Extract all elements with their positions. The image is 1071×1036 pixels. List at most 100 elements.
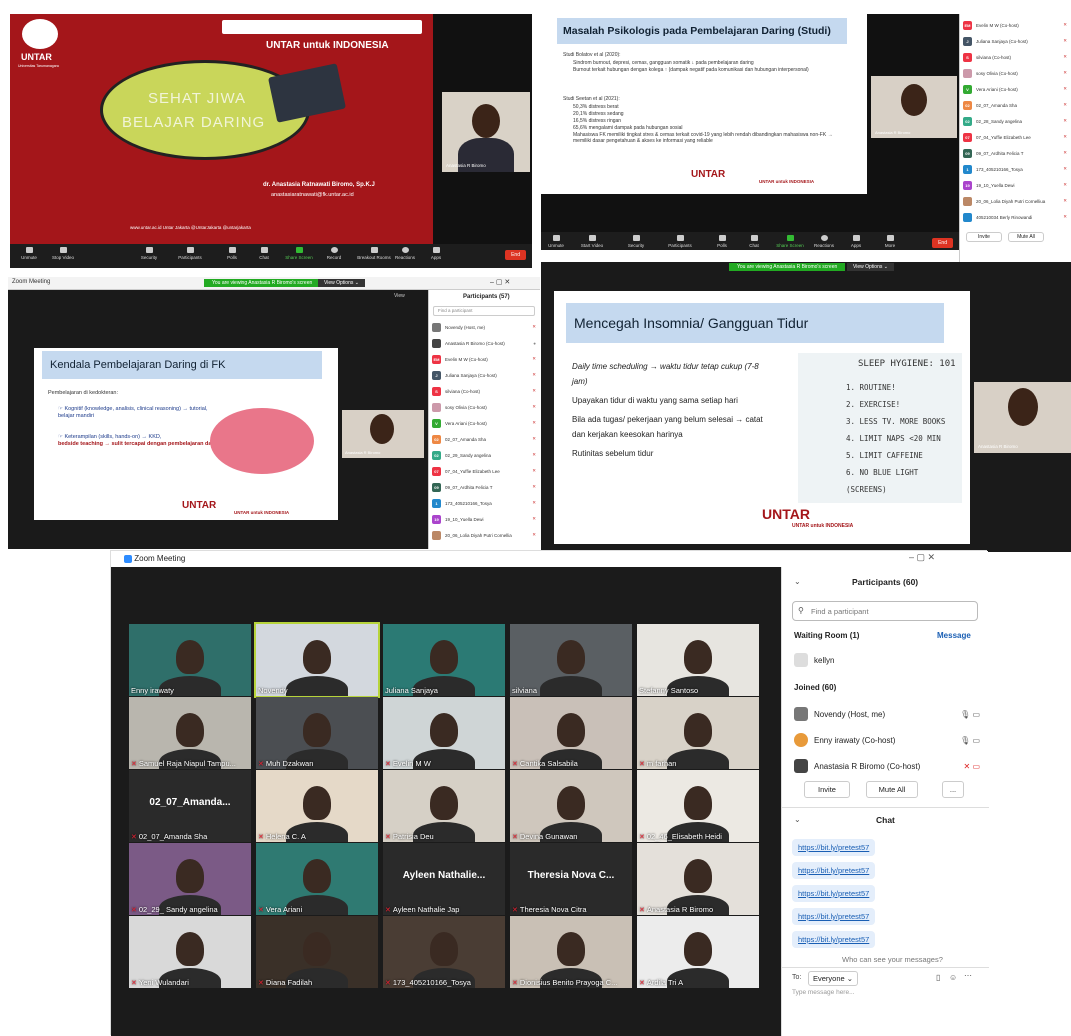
share-screen-button[interactable]: Share Screen [284, 247, 314, 260]
participant-row[interactable]: EM Evelin M W (Co-host) ✕ [432, 352, 536, 366]
participant-row[interactable]: 07 07_04_Yuffie Elizabeth Lee ✕ [963, 130, 1067, 144]
start-video-button[interactable]: Start Video [577, 235, 607, 248]
participant-row[interactable]: 02 02_28_Sandy angelina ✕ [963, 114, 1067, 128]
polls-button[interactable]: Polls [707, 235, 737, 248]
polls-button[interactable]: Polls [217, 247, 247, 260]
video-tile[interactable]: Theresia Nova C... ✕ Theresia Nova Citra [510, 843, 632, 915]
participant-row[interactable]: Ssilviana (Co-host) ✕ [963, 50, 1067, 64]
apps-button[interactable]: Apps [421, 247, 451, 260]
chat-message-link[interactable]: https://bit.ly/pretest57 [792, 931, 876, 948]
mic-muted-icon[interactable]: ✕ ▭ [964, 762, 980, 771]
participant-row[interactable]: 19 19_10_Yuella Dewi ✕ [963, 178, 1067, 192]
participant-row[interactable]: 19 19_10_Yuella Dewi ✕ [432, 512, 536, 526]
reactions-button[interactable]: Reactions [390, 247, 420, 260]
more-button[interactable]: More [875, 235, 905, 248]
participant-row[interactable]: sosy Olivia (Co-host) ✕ [963, 66, 1067, 80]
chat-message-link[interactable]: https://bit.ly/pretest57 [792, 839, 876, 856]
video-tile[interactable]: ✕ Muh Dzakwan [256, 697, 378, 769]
stop-video-button[interactable]: Stop Video [48, 247, 78, 260]
joined-label[interactable]: Joined (60) [794, 683, 836, 692]
video-tile[interactable]: ✕ Anastasia R Biromo [637, 843, 759, 915]
video-tile[interactable]: ✕ Evelin M W [383, 697, 505, 769]
video-tile[interactable]: ✕ Yeni Wulandari [129, 916, 251, 988]
video-tile[interactable]: ✕ 02_29_ Sandy angelina [129, 843, 251, 915]
window-controls[interactable]: – ▢ ✕ [490, 278, 510, 286]
participants-button[interactable]: Participants [665, 235, 695, 248]
video-tile[interactable]: ✕ Ardila Tri A [637, 916, 759, 988]
participant-row[interactable]: Enny irawaty (Co-host) 🎙︎ ▭ [794, 733, 980, 747]
emoji-icon[interactable]: ☺ [949, 973, 957, 982]
participant-row[interactable]: 09 09_07_Ardhita Felicia T ✕ [963, 146, 1067, 160]
video-tile[interactable]: Juliana Sanjaya [383, 624, 505, 696]
participant-row[interactable]: 09 09_07_Ardhita Felicia T ✕ [432, 480, 536, 494]
security-button[interactable]: Security [621, 235, 651, 248]
video-tile[interactable]: Enny irawaty [129, 624, 251, 696]
participant-row[interactable]: Ssilviana (Co-host) ✕ [432, 384, 536, 398]
breakout-rooms-button[interactable]: Breakout Rooms [354, 247, 394, 260]
video-tile[interactable]: Stefanny Santoso [637, 624, 759, 696]
view-options-button[interactable]: View Options ⌄ [318, 279, 365, 287]
video-tile[interactable]: ✕ Cantika Salsabila [510, 697, 632, 769]
chat-button[interactable]: Chat [249, 247, 279, 260]
end-button[interactable]: End [932, 238, 953, 248]
video-tile[interactable]: ✕ Vera Ariani [256, 843, 378, 915]
video-tile[interactable]: ✕ Devina Gunawan [510, 770, 632, 842]
video-tile[interactable]: silviana [510, 624, 632, 696]
mic-icon[interactable]: 🎙︎ ▭ [960, 736, 980, 745]
participant-row[interactable]: 20_06_Lolia Diyah Putri Cornelliua ✕ [963, 194, 1067, 208]
participant-row[interactable]: sosy Olivia (Co-host) ✕ [432, 400, 536, 414]
file-icon[interactable]: ▯ [936, 973, 940, 982]
participant-row[interactable]: J Juliana Sanjaya (Co-host) ✕ [963, 34, 1067, 48]
participant-search-input[interactable]: Find a participant [792, 601, 978, 621]
participant-row[interactable]: 02 02_07_Amanda Sha ✕ [963, 98, 1067, 112]
participant-row[interactable]: 07 07_04_Yuffie Elizabeth Lee ✕ [432, 464, 536, 478]
more-icon[interactable]: ⋯ [964, 971, 972, 980]
participant-row[interactable]: Anastasia R Biromo (Co-host) ● [432, 336, 536, 350]
security-button[interactable]: Security [134, 247, 164, 260]
video-tile[interactable]: ✕ 02_46_Elisabeth Heidi [637, 770, 759, 842]
chat-message-link[interactable]: https://bit.ly/pretest57 [792, 862, 876, 879]
participant-row[interactable]: 02 02_07_Amanda Sha ✕ [432, 432, 536, 446]
video-tile[interactable]: 02_07_Amanda... ✕ 02_07_Amanda Sha [129, 770, 251, 842]
collapse-chevron-icon[interactable]: ⌄ [794, 577, 801, 586]
chat-button[interactable]: Chat [739, 235, 769, 248]
video-tile[interactable]: ✕ Samuel Raja Niapul Tampu... [129, 697, 251, 769]
chat-message-input[interactable]: Type message here... [792, 989, 855, 996]
apps-button[interactable]: Apps [841, 235, 871, 248]
waiting-user-row[interactable]: kellyn [794, 653, 980, 667]
invite-button[interactable]: Invite [804, 781, 850, 798]
more-button[interactable]: ... [942, 781, 964, 798]
participant-row[interactable]: V Vera Ariani (Co-host) ✕ [963, 82, 1067, 96]
mic-icon[interactable]: 🎙︎ ▭ [960, 710, 980, 719]
window-controls[interactable]: – ▢ ✕ [909, 552, 935, 563]
participant-row[interactable]: EM Evelin M W (Co-host) ✕ [963, 18, 1067, 32]
participants-button[interactable]: Participants [175, 247, 205, 260]
participant-row[interactable]: 20_06_Lolia Diyah Putri Cornellia ✕ [432, 528, 536, 542]
unmute-button[interactable]: Unmute [541, 235, 571, 248]
recipient-dropdown[interactable]: Everyone ⌄ [808, 971, 859, 986]
message-button[interactable]: Message [937, 631, 971, 640]
participant-row[interactable]: Anastasia R Biromo (Co-host) ✕ ▭ [794, 759, 980, 773]
participant-row[interactable]: 1 173_405210166_Tosya ✕ [432, 496, 536, 510]
video-tile[interactable]: ✕ Helena C. A [256, 770, 378, 842]
chat-message-link[interactable]: https://bit.ly/pretest57 [792, 885, 876, 902]
view-options-button[interactable]: View Options ⌄ [847, 263, 894, 271]
video-tile[interactable]: Ayleen Nathalie... ✕ Ayleen Nathalie Jap [383, 843, 505, 915]
video-tile[interactable]: ✕ m farhan [637, 697, 759, 769]
participant-row[interactable]: 02 02_29_Sandy angelina ✕ [432, 448, 536, 462]
video-tile[interactable]: Novendy [254, 622, 380, 698]
unmute-button[interactable]: Unmute [14, 247, 44, 260]
record-button[interactable]: Record [319, 247, 349, 260]
who-can-see-link[interactable]: Who can see your messages? [842, 955, 943, 964]
participant-row[interactable]: 1 173_405210166_Tosya ✕ [963, 162, 1067, 176]
video-tile[interactable]: ✕ Diana Fadilah [256, 916, 378, 988]
participant-row[interactable]: 405210034 Berly Rinowandi ✕ [963, 210, 1067, 224]
chat-message-link[interactable]: https://bit.ly/pretest57 [792, 908, 876, 925]
video-tile[interactable]: ✕ 173_405210166_Tosya [383, 916, 505, 988]
mute-all-button[interactable]: Mute All [1008, 232, 1044, 242]
participant-row[interactable]: Novendy (Host, me) 🎙︎ ▭ [794, 707, 980, 721]
reactions-button[interactable]: Reactions [809, 235, 839, 248]
participant-search-input[interactable]: Find a participant [433, 306, 535, 316]
waiting-room-label[interactable]: Waiting Room (1) [794, 631, 859, 640]
participant-row[interactable]: V Vera Ariani (Co-host) ✕ [432, 416, 536, 430]
